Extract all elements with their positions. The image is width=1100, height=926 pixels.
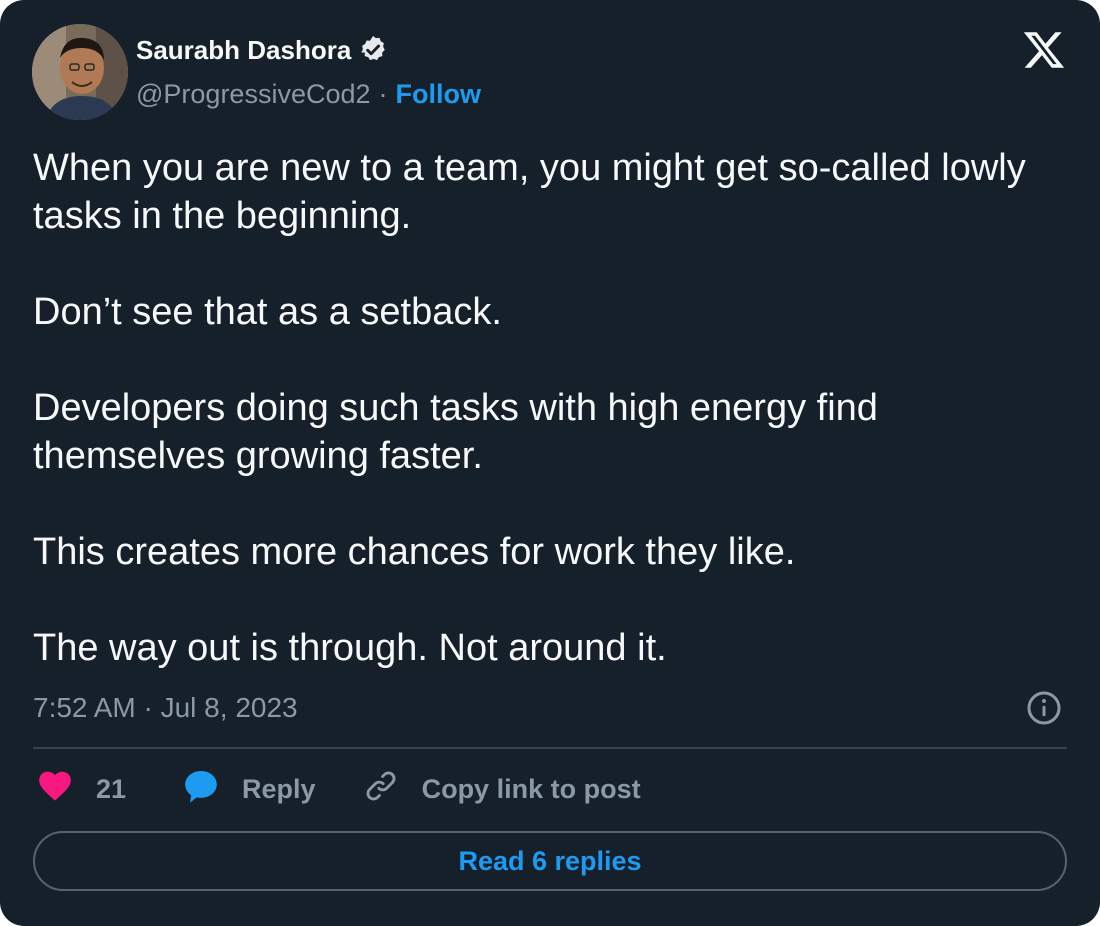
reply-button[interactable]: Reply	[182, 767, 316, 812]
tweet-paragraph: When you are new to a team, you might ge…	[33, 147, 1026, 237]
author-handle[interactable]: @ProgressiveCod2	[136, 79, 371, 110]
follow-button[interactable]: Follow	[396, 79, 481, 110]
tweet-text: When you are new to a team, you might ge…	[33, 144, 1073, 672]
author-handle-row: @ProgressiveCod2 · Follow	[136, 76, 481, 112]
tweet-paragraph: The way out is through. Not around it.	[33, 627, 667, 669]
divider	[33, 747, 1067, 749]
reply-bubble-icon	[182, 767, 220, 812]
author-name-row: Saurabh Dashora	[136, 30, 389, 70]
copy-link-label: Copy link to post	[421, 773, 641, 804]
x-logo-icon[interactable]	[1022, 28, 1066, 72]
read-replies-button[interactable]: Read 6 replies	[33, 831, 1067, 891]
heart-icon	[36, 767, 74, 812]
tweet-paragraph: Developers doing such tasks with high en…	[33, 387, 878, 477]
separator-dot: ·	[378, 78, 388, 109]
copy-link-button[interactable]: Copy link to post	[362, 767, 641, 812]
verified-badge-icon	[357, 34, 389, 66]
tweet-timestamp[interactable]: 7:52 AM · Jul 8, 2023	[33, 688, 298, 728]
info-icon[interactable]	[1026, 690, 1062, 726]
avatar[interactable]	[32, 24, 128, 120]
read-replies-label: Read 6 replies	[458, 845, 642, 876]
like-count: 21	[96, 773, 127, 804]
tweet-paragraph: Don’t see that as a setback.	[33, 291, 502, 333]
reply-label: Reply	[242, 773, 316, 804]
like-button[interactable]: 21	[36, 767, 126, 812]
action-bar: 21 Reply Copy link to post	[36, 766, 641, 812]
tweet-embed-card: Saurabh Dashora @ProgressiveCod2 · Follo…	[0, 0, 1100, 926]
tweet-paragraph: This creates more chances for work they …	[33, 531, 796, 573]
link-icon	[362, 767, 400, 812]
author-name[interactable]: Saurabh Dashora	[136, 35, 351, 66]
